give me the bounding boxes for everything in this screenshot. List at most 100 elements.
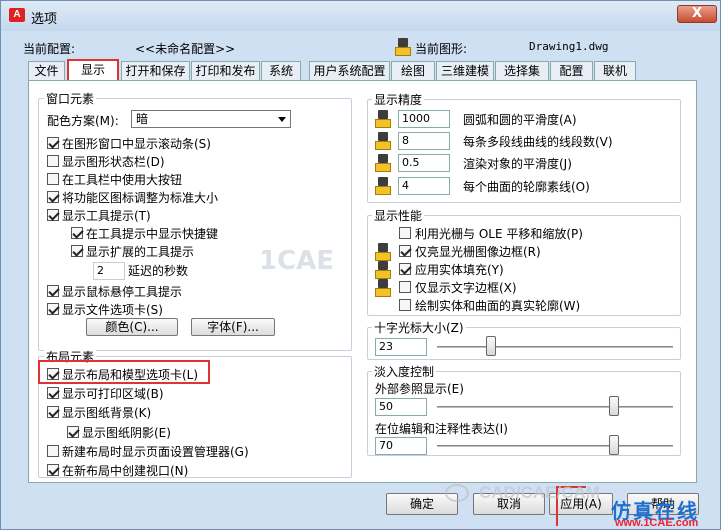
tab-3d-modeling[interactable]: 三维建模 [436,61,494,80]
show-scrollbars-label: 在图形窗口中显示滚动条(S) [62,137,211,151]
tab-open-save[interactable]: 打开和保存 [121,61,190,80]
xref-display-input[interactable]: 50 [375,398,427,416]
current-drawing-label: 当前图形: [415,42,468,56]
tab-profiles[interactable]: 配置 [550,61,593,80]
drawing-saved-icon [375,177,391,195]
fade-control-title: 淡入度控制 [372,363,437,380]
page-setup-manager-label: 新建布局时显示页面设置管理器(G) [62,445,249,459]
crosshair-size-title: 十字光标大小(Z) [372,319,466,336]
tab-plot-publish[interactable]: 打印和发布 [191,61,260,80]
display-resolution-title: 显示精度 [372,91,425,108]
window-elements-title: 窗口元素 [44,90,97,107]
checkbox-page-setup-manager[interactable] [47,445,59,457]
contour-lines-label: 每个曲面的轮廓素线(O) [463,180,590,194]
inplace-slider-thumb[interactable] [609,435,619,455]
drawing-saved-icon [375,110,391,128]
display-tab-panel: 窗口元素 配色方案(M): 暗 在图形窗口中显示滚动条(S) 显示图形状态栏(D… [28,80,697,483]
extended-tooltips-label: 显示扩展的工具提示 [86,245,195,259]
highlight-box [38,360,210,384]
arc-smoothness-label: 圆弧和圆的平滑度(A) [463,113,577,127]
checkbox-solid-fill[interactable] [399,263,411,275]
color-scheme-value: 暗 [136,112,149,126]
xref-slider-thumb[interactable] [609,396,619,416]
checkbox-raster-ole-pan[interactable] [399,227,411,239]
checkbox-rollover-tooltips[interactable] [47,285,59,297]
checkbox-text-frame[interactable] [399,281,411,293]
polyline-segments-label: 每条多段线曲线的线段数(V) [463,135,613,149]
show-status-bar-label: 显示图形状态栏(D) [62,155,165,169]
file-tabs-label: 显示文件选项卡(S) [62,303,163,317]
title-bar: A 选项 X [1,1,720,31]
drawing-saved-icon [375,279,391,297]
checkbox-tooltip-shortcuts[interactable] [71,227,83,239]
tooltip-delay-label: 延迟的秒数 [128,264,189,278]
highlight-raster-frame-label: 仅亮显光栅图像边框(R) [415,245,541,259]
tab-system[interactable]: 系统 [261,61,301,80]
tab-selection[interactable]: 选择集 [495,61,549,80]
printable-area-label: 显示可打印区域(B) [62,387,164,401]
checkbox-show-status-bar[interactable] [47,155,59,167]
crosshair-slider-track [437,346,673,348]
color-scheme-label: 配色方案(M): [47,114,119,128]
text-frame-label: 仅显示文字边框(X) [415,281,517,295]
color-scheme-select[interactable]: 暗 [131,110,291,128]
tab-display[interactable]: 显示 [67,59,119,81]
drawing-saved-icon [375,154,391,172]
checkbox-highlight-raster-frame[interactable] [399,245,411,257]
xref-display-label: 外部参照显示(E) [375,382,464,396]
chevron-down-icon [278,117,286,122]
tab-online[interactable]: 联机 [594,61,636,80]
fonts-button[interactable]: 字体(F)... [191,318,275,336]
checkbox-show-tooltips[interactable] [47,209,59,221]
drawing-saved-icon [375,261,391,279]
tab-drafting[interactable]: 绘图 [391,61,435,80]
close-button[interactable]: X [677,5,717,23]
raster-ole-pan-label: 利用光栅与 OLE 平移和缩放(P) [415,227,583,241]
paper-background-label: 显示图纸背景(K) [62,406,152,420]
drawing-saved-icon [375,243,391,261]
checkbox-paper-shadow[interactable] [67,426,79,438]
checkbox-create-viewport[interactable] [47,464,59,476]
display-performance-title: 显示性能 [372,207,425,224]
solid-fill-label: 应用实体填充(Y) [415,263,504,277]
watermark-wechat: CAD/CAE/CAM [479,483,600,502]
checkbox-paper-background[interactable] [47,406,59,418]
checkbox-ribbon-icon-size[interactable] [47,191,59,203]
colors-button[interactable]: 颜色(C)... [86,318,178,336]
ribbon-icon-size-label: 将功能区图标调整为标准大小 [62,191,219,205]
drawing-icon [395,38,411,56]
tab-user-preferences[interactable]: 用户系统配置 [309,61,390,80]
checkbox-true-silhouettes[interactable] [399,299,411,311]
crosshair-size-input[interactable]: 23 [375,338,427,356]
create-viewport-label: 在新布局中创建视口(N) [62,464,189,478]
checkbox-show-scrollbars[interactable] [47,137,59,149]
rollover-tooltips-label: 显示鼠标悬停工具提示 [62,285,183,299]
options-dialog: A 选项 X 当前配置: <<未命名配置>> 当前图形: Drawing1.dw… [0,0,721,530]
watermark-site-url: www.1CAE.com [615,517,699,529]
watermark-text: 1CAE [259,246,335,276]
checkbox-extended-tooltips[interactable] [71,245,83,257]
current-profile-value: <<未命名配置>> [135,42,236,56]
tooltip-delay-input[interactable]: 2 [93,262,125,280]
checkbox-printable-area[interactable] [47,387,59,399]
wechat-icon [445,484,469,502]
app-icon: A [9,8,25,22]
inplace-edit-label: 在位编辑和注释性表达(I) [375,422,508,436]
render-smoothness-label: 渲染对象的平滑度(J) [463,157,572,171]
drawing-saved-icon [375,132,391,150]
render-smoothness-input[interactable]: 0.5 [398,154,450,172]
crosshair-slider-thumb[interactable] [486,336,497,356]
checkbox-file-tabs[interactable] [47,303,59,315]
arc-smoothness-input[interactable]: 1000 [398,110,450,128]
polyline-segments-input[interactable]: 8 [398,132,450,150]
contour-lines-input[interactable]: 4 [398,177,450,195]
current-profile-label: 当前配置: [23,42,76,56]
paper-shadow-label: 显示图纸阴影(E) [82,426,171,440]
window-title: 选项 [31,12,58,27]
inplace-edit-input[interactable]: 70 [375,437,427,455]
xref-slider-track [437,406,673,408]
tab-files[interactable]: 文件 [28,61,65,80]
true-silhouettes-label: 绘制实体和曲面的真实轮廓(W) [415,299,581,313]
show-tooltips-label: 显示工具提示(T) [62,209,151,223]
checkbox-large-buttons[interactable] [47,173,59,185]
